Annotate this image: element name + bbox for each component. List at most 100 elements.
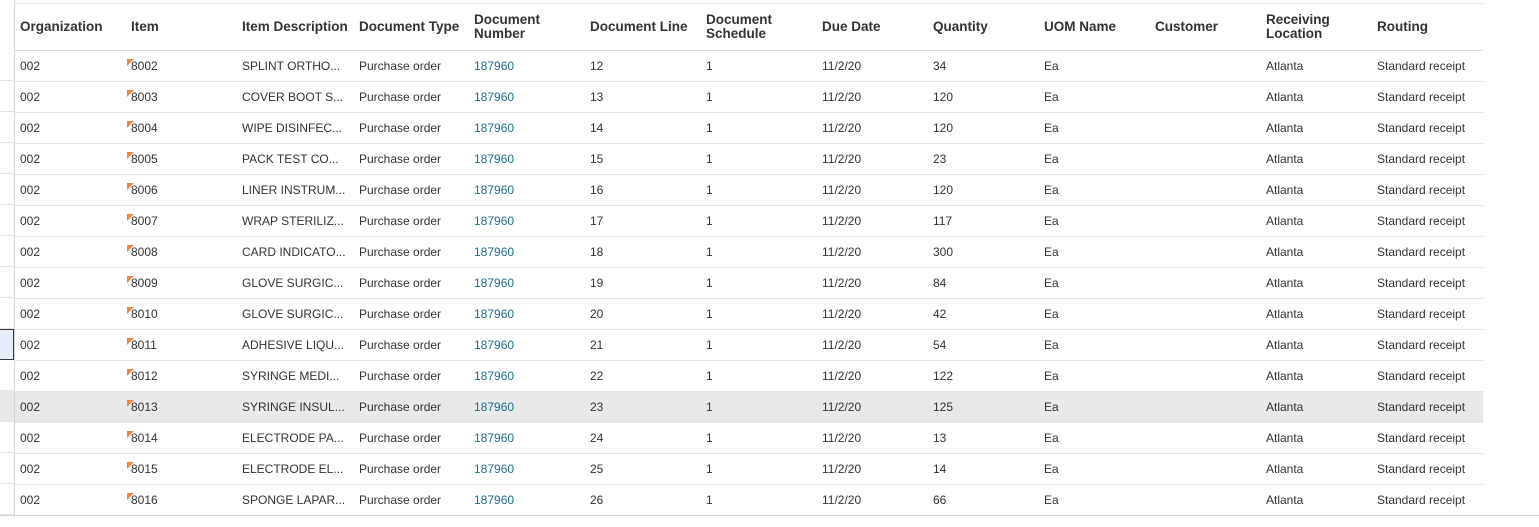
table-row[interactable]: 002 8012 SYRINGE MEDI... Purchase order 1879…	[15, 360, 1483, 392]
cell-routing: Standard receipt	[1372, 298, 1483, 330]
header-row: Organization Item Item Description Docum…	[15, 3, 1483, 51]
column-header-organization[interactable]: Organization	[15, 3, 126, 51]
column-header-customer[interactable]: Customer	[1150, 3, 1261, 51]
column-header-document-schedule[interactable]: Document Schedule	[701, 3, 817, 51]
table-row[interactable]: 002 8007 WRAP STERILIZ... Purchase order 187…	[15, 205, 1483, 237]
cell-due-date: 11/2/20	[817, 112, 928, 144]
flag-marker-icon	[127, 307, 134, 314]
row-selector[interactable]	[0, 205, 14, 236]
cell-quantity: 120	[928, 81, 1039, 113]
cell-quantity: 13	[928, 422, 1039, 454]
cell-uom-name: Ea	[1039, 112, 1150, 144]
row-selector[interactable]	[0, 50, 14, 81]
table-row[interactable]: 002 8003 COVER BOOT S... Purchase order 1879…	[15, 81, 1483, 113]
cell-document-schedule: 1	[701, 422, 817, 454]
receipts-table: Organization Item Item Description Docum…	[15, 3, 1483, 516]
column-header-quantity[interactable]: Quantity	[928, 3, 1039, 51]
document-number-link[interactable]: 187960	[474, 245, 514, 259]
cell-quantity: 14	[928, 453, 1039, 485]
cell-receiving-location: Atlanta	[1261, 267, 1372, 299]
cell-document-schedule: 1	[701, 174, 817, 206]
cell-receiving-location: Atlanta	[1261, 360, 1372, 392]
cell-customer	[1150, 422, 1261, 454]
document-number-link[interactable]: 187960	[474, 121, 514, 135]
cell-document-number: 187960	[469, 453, 585, 485]
row-selector[interactable]	[0, 174, 14, 205]
table-row[interactable]: 002 8004 WIPE DISINFEC... Purchase order 187…	[15, 112, 1483, 144]
cell-receiving-location: Atlanta	[1261, 236, 1372, 268]
row-selector[interactable]	[0, 81, 14, 112]
cell-uom-name: Ea	[1039, 453, 1150, 485]
row-selector[interactable]	[0, 298, 14, 329]
table-row[interactable]: 002 8015 ELECTRODE EL... Purchase order 1879…	[15, 453, 1483, 485]
document-number-link[interactable]: 187960	[474, 307, 514, 321]
column-header-document-number[interactable]: Document Number	[469, 3, 585, 51]
document-number-link[interactable]: 187960	[474, 152, 514, 166]
row-selector[interactable]	[0, 267, 14, 298]
row-selector[interactable]	[0, 236, 14, 267]
table-row[interactable]: 002 8016 SPONGE LAPAR... Purchase order 1879…	[15, 484, 1483, 516]
row-selector[interactable]	[0, 453, 14, 484]
table-row[interactable]: 002 8005 PACK TEST CO... Purchase order 1879…	[15, 143, 1483, 175]
flag-marker-icon	[127, 90, 134, 97]
table-row[interactable]: 002 8006 LINER INSTRUM... Purchase order 187…	[15, 174, 1483, 206]
cell-due-date: 11/2/20	[817, 484, 928, 516]
row-selector[interactable]	[0, 360, 14, 391]
cell-uom-name: Ea	[1039, 484, 1150, 516]
cell-uom-name: Ea	[1039, 236, 1150, 268]
row-selector[interactable]	[0, 391, 14, 422]
cell-customer	[1150, 329, 1261, 361]
document-number-link[interactable]: 187960	[474, 276, 514, 290]
document-number-link[interactable]: 187960	[474, 369, 514, 383]
document-number-link[interactable]: 187960	[474, 400, 514, 414]
table-row[interactable]: 002 8013 SYRINGE INSUL... Purchase order 187…	[15, 391, 1483, 423]
grid-bottom-border	[0, 515, 1539, 516]
cell-document-schedule: 1	[701, 50, 817, 82]
cell-due-date: 11/2/20	[817, 143, 928, 175]
column-header-routing[interactable]: Routing	[1372, 3, 1483, 51]
cell-customer	[1150, 391, 1261, 423]
row-selector[interactable]	[0, 112, 14, 143]
cell-document-type: Purchase order	[354, 422, 469, 454]
column-header-uom-name[interactable]: UOM Name	[1039, 3, 1150, 51]
document-number-link[interactable]: 187960	[474, 462, 514, 476]
cell-customer	[1150, 360, 1261, 392]
cell-item: 8010	[126, 298, 237, 330]
document-number-link[interactable]: 187960	[474, 90, 514, 104]
cell-organization: 002	[15, 422, 126, 454]
table-row[interactable]: 002 8014 ELECTRODE PA... Purchase order 1879…	[15, 422, 1483, 454]
row-selector[interactable]	[0, 484, 14, 515]
row-selector[interactable]	[0, 422, 14, 453]
flag-marker-icon	[127, 245, 134, 252]
document-number-link[interactable]: 187960	[474, 493, 514, 507]
table-row[interactable]: 002 8002 SPLINT ORTHO... Purchase order 1879…	[15, 50, 1483, 82]
row-selector[interactable]	[0, 329, 14, 360]
cell-uom-name: Ea	[1039, 298, 1150, 330]
row-selector[interactable]	[0, 143, 14, 174]
column-header-document-line[interactable]: Document Line	[585, 3, 701, 51]
cell-document-schedule: 1	[701, 205, 817, 237]
cell-document-line: 22	[585, 360, 701, 392]
cell-document-schedule: 1	[701, 484, 817, 516]
cell-item: 8008	[126, 236, 237, 268]
document-number-link[interactable]: 187960	[474, 59, 514, 73]
column-header-item[interactable]: Item	[126, 3, 237, 51]
column-header-item-description[interactable]: Item Description	[237, 3, 354, 51]
table-row[interactable]: 002 8009 GLOVE SURGIC... Purchase order 1879…	[15, 267, 1483, 299]
cell-routing: Standard receipt	[1372, 267, 1483, 299]
document-number-link[interactable]: 187960	[474, 338, 514, 352]
document-number-link[interactable]: 187960	[474, 431, 514, 445]
table-row[interactable]: 002 8008 CARD INDICATO... Purchase order 187…	[15, 236, 1483, 268]
column-header-due-date[interactable]: Due Date	[817, 3, 928, 51]
document-number-link[interactable]: 187960	[474, 214, 514, 228]
cell-uom-name: Ea	[1039, 267, 1150, 299]
column-header-document-type[interactable]: Document Type	[354, 3, 469, 51]
cell-document-line: 21	[585, 329, 701, 361]
document-number-link[interactable]: 187960	[474, 183, 514, 197]
cell-quantity: 23	[928, 143, 1039, 175]
cell-customer	[1150, 174, 1261, 206]
column-header-receiving-location[interactable]: Receiving Location	[1261, 3, 1372, 51]
item-code: 8006	[131, 183, 158, 197]
table-row[interactable]: 002 8010 GLOVE SURGIC... Purchase order 1879…	[15, 298, 1483, 330]
table-row[interactable]: 002 8011 ADHESIVE LIQU... Purchase order 187…	[15, 329, 1483, 361]
